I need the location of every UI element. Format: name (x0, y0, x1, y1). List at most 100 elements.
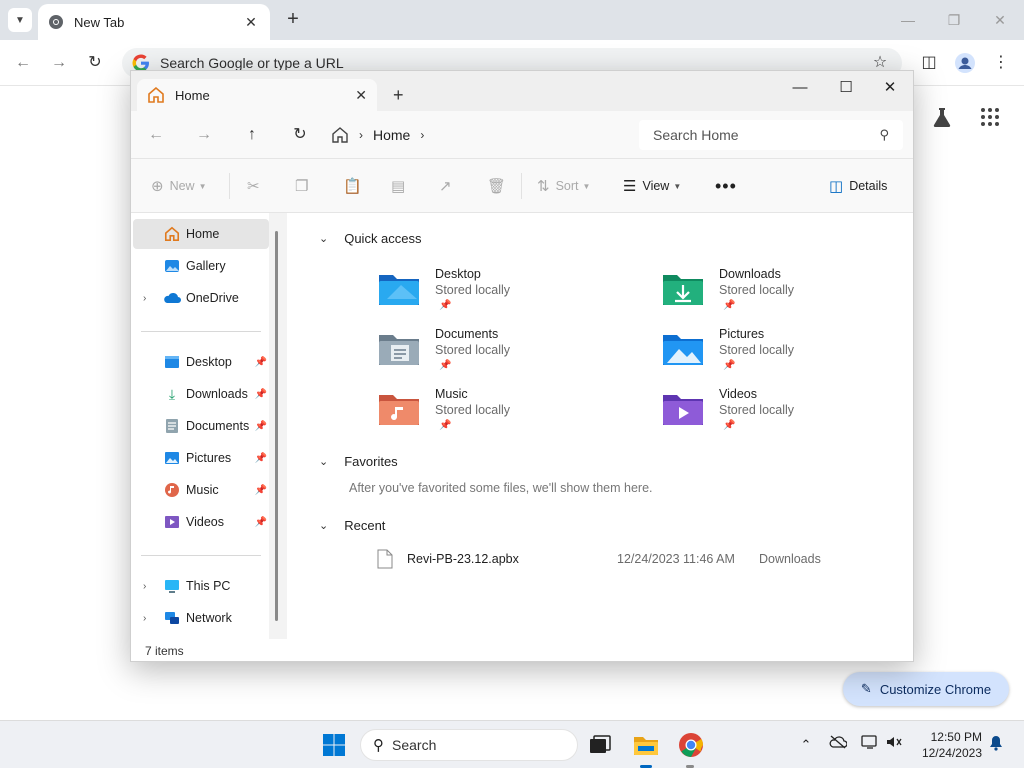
recent-file-name: Revi-PB-23.12.apbx (407, 552, 519, 566)
section-favorites[interactable]: ⌄ Favorites (319, 454, 398, 469)
minimize-icon[interactable]: — (787, 77, 813, 99)
close-tab-icon[interactable]: ✕ (355, 87, 367, 104)
sidebar-item-desktop[interactable]: Desktop 📌 (133, 347, 269, 377)
view-button[interactable]: ☰ View ▼ (623, 175, 681, 197)
explorer-search-input[interactable] (653, 127, 880, 143)
sidebar-item-documents[interactable]: Documents 📌 (133, 411, 269, 441)
quick-access-pictures[interactable]: Pictures Stored locally 📌 (661, 327, 921, 383)
side-panel-icon[interactable]: ◫ (918, 52, 940, 74)
share-button[interactable]: ↗ (439, 175, 458, 197)
restore-icon[interactable]: ❐ (944, 10, 964, 30)
pin-icon[interactable]: 📌 (255, 485, 267, 496)
quick-access-downloads[interactable]: Downloads Stored locally 📌 (661, 267, 921, 323)
quick-access-desktop[interactable]: Desktop Stored locally 📌 (377, 267, 637, 323)
close-tab-icon[interactable]: ✕ (242, 14, 260, 31)
pin-icon[interactable]: 📌 (255, 453, 267, 464)
network-status-icon[interactable] (860, 735, 880, 755)
reload-icon[interactable]: ↻ (84, 52, 106, 74)
network-icon (163, 609, 181, 627)
close-window-icon[interactable]: ✕ (990, 10, 1010, 30)
quick-access-documents[interactable]: Documents Stored locally 📌 (377, 327, 637, 383)
chevron-down-icon[interactable]: ⌄ (319, 455, 328, 468)
taskbar-search-input[interactable] (392, 737, 573, 753)
pin-icon[interactable]: 📌 (255, 389, 267, 400)
file-explorer-taskbar-icon[interactable] (632, 731, 660, 759)
copy-button[interactable]: ❐ (295, 175, 314, 197)
quick-access-music[interactable]: Music Stored locally 📌 (377, 387, 637, 443)
paste-button[interactable]: 📋 (343, 175, 368, 197)
explorer-tab-home[interactable]: Home ✕ (137, 79, 377, 111)
section-recent[interactable]: ⌄ Recent (319, 518, 385, 533)
pictures-folder-icon (663, 335, 703, 365)
chevron-down-icon[interactable]: ⌄ (319, 519, 328, 532)
notification-bell-icon[interactable] (986, 735, 1006, 755)
maximize-icon[interactable]: ☐ (833, 77, 859, 99)
forward-arrow-icon[interactable]: → (48, 52, 70, 74)
taskbar-clock[interactable]: 12:50 PM 12/24/2023 (912, 729, 982, 761)
chevron-right-icon[interactable]: › (359, 128, 363, 142)
sidebar-item-downloads[interactable]: ⤓ Downloads 📌 (133, 379, 269, 409)
sort-button[interactable]: ⇅ Sort ▼ (537, 175, 590, 197)
table-row[interactable]: Revi-PB-23.12.apbx 12/24/2023 11:46 AM D… (377, 547, 837, 571)
chevron-right-icon[interactable]: › (420, 128, 424, 142)
up-arrow-icon[interactable]: ↑ (241, 125, 263, 145)
volume-muted-icon[interactable] (884, 735, 904, 755)
navigation-pane-scrollbar[interactable] (275, 231, 278, 621)
chrome-tab-title: New Tab (74, 14, 125, 30)
section-title: Favorites (344, 454, 398, 469)
chevron-down-icon[interactable]: ⌄ (319, 232, 328, 245)
chrome-taskbar-icon[interactable] (677, 731, 705, 759)
clock-time: 12:50 PM (930, 730, 982, 744)
omnibox-input[interactable] (160, 55, 892, 71)
sidebar-item-gallery[interactable]: Gallery (133, 251, 269, 281)
pin-icon[interactable]: 📌 (255, 421, 267, 432)
pin-icon[interactable]: 📌 (255, 517, 267, 528)
sidebar-item-network[interactable]: › Network (133, 603, 269, 633)
profile-avatar-icon[interactable] (954, 52, 976, 74)
quick-access-videos[interactable]: Videos Stored locally 📌 (661, 387, 921, 443)
windows-start-icon[interactable] (322, 733, 346, 757)
home-outline-icon[interactable] (331, 126, 349, 144)
taskbar-search[interactable]: ⚲ (360, 729, 578, 761)
sidebar-item-pictures[interactable]: Pictures 📌 (133, 443, 269, 473)
back-arrow-icon[interactable]: ← (12, 52, 34, 74)
new-button[interactable]: ⊕ New ▼ (151, 175, 207, 197)
section-quick-access[interactable]: ⌄ Quick access (319, 231, 422, 246)
rename-button[interactable]: ▤ (391, 175, 411, 197)
breadcrumb[interactable]: › Home › (331, 120, 631, 150)
sidebar-item-onedrive[interactable]: › OneDrive (133, 283, 269, 313)
explorer-title-bar: Home ✕ + — ☐ ✕ (131, 71, 913, 111)
task-view-icon[interactable] (586, 731, 614, 759)
explorer-new-tab-button[interactable]: + (393, 85, 404, 106)
forward-arrow-icon[interactable]: → (193, 125, 215, 145)
item-subtitle: Stored locally (719, 403, 795, 417)
chevron-right-icon[interactable]: › (143, 581, 146, 592)
pictures-icon (163, 449, 181, 467)
breadcrumb-home[interactable]: Home (373, 127, 410, 143)
chevron-up-icon[interactable]: ⌃ (796, 735, 816, 755)
tab-search-dropdown-button[interactable]: ▼ (8, 8, 32, 32)
onedrive-offline-icon[interactable] (828, 735, 848, 755)
chrome-tab-new-tab[interactable]: New Tab ✕ (38, 4, 270, 40)
apps-grid-icon[interactable] (976, 106, 1004, 134)
back-arrow-icon[interactable]: ← (145, 125, 167, 145)
more-options-button[interactable]: ••• (715, 175, 737, 197)
delete-button[interactable]: 🗑 (487, 175, 512, 197)
pin-icon[interactable]: 📌 (255, 357, 267, 368)
chrome-menu-icon[interactable]: ⋮ (990, 52, 1012, 74)
details-button[interactable]: ◫ Details (829, 175, 887, 197)
minimize-icon[interactable]: — (898, 10, 918, 30)
new-tab-button[interactable]: + (282, 8, 304, 30)
chevron-right-icon[interactable]: › (143, 613, 146, 624)
customize-chrome-button[interactable]: ✎ Customize Chrome (843, 672, 1009, 706)
cut-button[interactable]: ✂ (247, 175, 266, 197)
close-window-icon[interactable]: ✕ (877, 77, 903, 99)
sidebar-item-this-pc[interactable]: › This PC (133, 571, 269, 601)
refresh-icon[interactable]: ↻ (289, 125, 311, 145)
sidebar-item-music[interactable]: Music 📌 (133, 475, 269, 505)
explorer-search-box[interactable]: ⚲ (639, 120, 903, 150)
chevron-right-icon[interactable]: › (143, 293, 146, 304)
sidebar-item-home[interactable]: Home (133, 219, 269, 249)
labs-flask-icon[interactable] (928, 106, 956, 134)
sidebar-item-videos[interactable]: Videos 📌 (133, 507, 269, 537)
